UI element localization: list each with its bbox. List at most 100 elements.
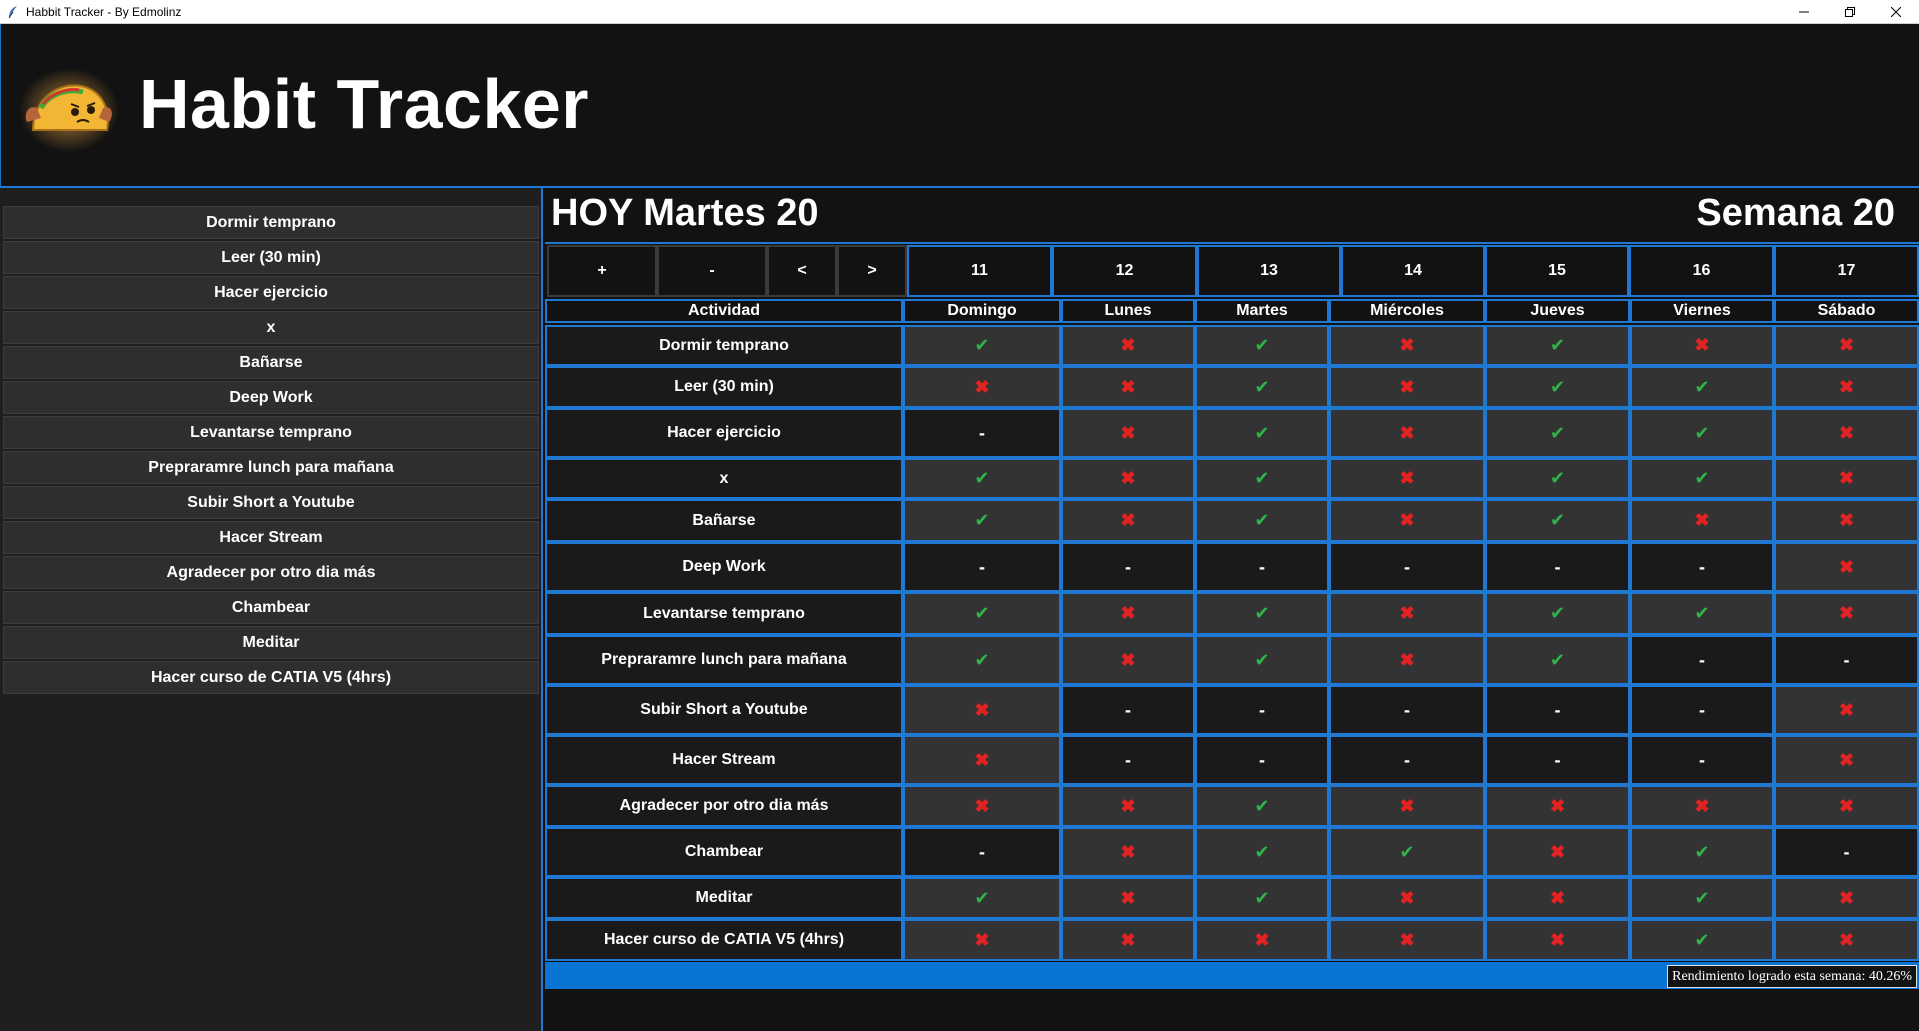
cross-icon[interactable]: ✖ bbox=[903, 366, 1061, 408]
check-icon[interactable]: ✔ bbox=[1485, 458, 1630, 499]
cross-icon[interactable]: ✖ bbox=[1329, 408, 1485, 458]
check-icon[interactable]: ✔ bbox=[1195, 458, 1329, 499]
cross-icon[interactable]: ✖ bbox=[1061, 592, 1195, 635]
no-data-dash[interactable]: - bbox=[1485, 735, 1630, 785]
check-icon[interactable]: ✔ bbox=[1485, 408, 1630, 458]
cross-icon[interactable]: ✖ bbox=[1061, 919, 1195, 961]
cross-icon[interactable]: ✖ bbox=[1061, 635, 1195, 685]
check-icon[interactable]: ✔ bbox=[1630, 592, 1774, 635]
add-habit-button[interactable]: + bbox=[547, 245, 657, 297]
previous-week-button[interactable]: < bbox=[767, 245, 837, 297]
no-data-dash[interactable]: - bbox=[1329, 542, 1485, 592]
check-icon[interactable]: ✔ bbox=[1195, 785, 1329, 827]
cross-icon[interactable]: ✖ bbox=[1630, 499, 1774, 542]
no-data-dash[interactable]: - bbox=[1774, 635, 1919, 685]
no-data-dash[interactable]: - bbox=[1630, 542, 1774, 592]
no-data-dash[interactable]: - bbox=[1630, 685, 1774, 735]
no-data-dash[interactable]: - bbox=[903, 827, 1061, 877]
cross-icon[interactable]: ✖ bbox=[1061, 325, 1195, 366]
cross-icon[interactable]: ✖ bbox=[1329, 785, 1485, 827]
cross-icon[interactable]: ✖ bbox=[1061, 366, 1195, 408]
no-data-dash[interactable]: - bbox=[1774, 827, 1919, 877]
cross-icon[interactable]: ✖ bbox=[1774, 499, 1919, 542]
cross-icon[interactable]: ✖ bbox=[1774, 785, 1919, 827]
check-icon[interactable]: ✔ bbox=[903, 458, 1061, 499]
no-data-dash[interactable]: - bbox=[1195, 735, 1329, 785]
sidebar-item[interactable]: Deep Work bbox=[3, 381, 539, 414]
cross-icon[interactable]: ✖ bbox=[1061, 499, 1195, 542]
check-icon[interactable]: ✔ bbox=[1329, 827, 1485, 877]
sidebar-item[interactable]: Meditar bbox=[3, 626, 539, 659]
cross-icon[interactable]: ✖ bbox=[1061, 877, 1195, 919]
check-icon[interactable]: ✔ bbox=[1485, 635, 1630, 685]
cross-icon[interactable]: ✖ bbox=[1485, 877, 1630, 919]
cross-icon[interactable]: ✖ bbox=[1329, 325, 1485, 366]
sidebar-item[interactable]: Prepraramre lunch para mañana bbox=[3, 451, 539, 484]
check-icon[interactable]: ✔ bbox=[1485, 592, 1630, 635]
check-icon[interactable]: ✔ bbox=[1195, 366, 1329, 408]
cross-icon[interactable]: ✖ bbox=[1061, 827, 1195, 877]
cross-icon[interactable]: ✖ bbox=[903, 685, 1061, 735]
sidebar-item[interactable]: Dormir temprano bbox=[3, 206, 539, 239]
check-icon[interactable]: ✔ bbox=[1195, 408, 1329, 458]
no-data-dash[interactable]: - bbox=[903, 408, 1061, 458]
no-data-dash[interactable]: - bbox=[1061, 542, 1195, 592]
check-icon[interactable]: ✔ bbox=[1195, 635, 1329, 685]
cross-icon[interactable]: ✖ bbox=[1774, 325, 1919, 366]
cross-icon[interactable]: ✖ bbox=[1329, 366, 1485, 408]
no-data-dash[interactable]: - bbox=[1329, 735, 1485, 785]
no-data-dash[interactable]: - bbox=[1061, 685, 1195, 735]
check-icon[interactable]: ✔ bbox=[903, 635, 1061, 685]
cross-icon[interactable]: ✖ bbox=[1630, 325, 1774, 366]
cross-icon[interactable]: ✖ bbox=[1774, 458, 1919, 499]
sidebar-item[interactable]: Subir Short a Youtube bbox=[3, 486, 539, 519]
cross-icon[interactable]: ✖ bbox=[1774, 735, 1919, 785]
check-icon[interactable]: ✔ bbox=[1485, 366, 1630, 408]
cross-icon[interactable]: ✖ bbox=[903, 735, 1061, 785]
sidebar-item[interactable]: Bañarse bbox=[3, 346, 539, 379]
cross-icon[interactable]: ✖ bbox=[1485, 785, 1630, 827]
check-icon[interactable]: ✔ bbox=[1195, 325, 1329, 366]
check-icon[interactable]: ✔ bbox=[903, 325, 1061, 366]
no-data-dash[interactable]: - bbox=[1329, 685, 1485, 735]
check-icon[interactable]: ✔ bbox=[1630, 919, 1774, 961]
sidebar-item[interactable]: Agradecer por otro dia más bbox=[3, 556, 539, 589]
no-data-dash[interactable]: - bbox=[1485, 685, 1630, 735]
cross-icon[interactable]: ✖ bbox=[1774, 366, 1919, 408]
restore-button[interactable] bbox=[1827, 0, 1873, 23]
cross-icon[interactable]: ✖ bbox=[1329, 919, 1485, 961]
sidebar-item[interactable]: Levantarse temprano bbox=[3, 416, 539, 449]
cross-icon[interactable]: ✖ bbox=[1329, 635, 1485, 685]
cross-icon[interactable]: ✖ bbox=[1774, 408, 1919, 458]
cross-icon[interactable]: ✖ bbox=[1329, 877, 1485, 919]
cross-icon[interactable]: ✖ bbox=[903, 919, 1061, 961]
sidebar-item[interactable]: Hacer ejercicio bbox=[3, 276, 539, 309]
next-week-button[interactable]: > bbox=[837, 245, 907, 297]
check-icon[interactable]: ✔ bbox=[1630, 458, 1774, 499]
minimize-button[interactable] bbox=[1781, 0, 1827, 23]
no-data-dash[interactable]: - bbox=[1061, 735, 1195, 785]
sidebar-item[interactable]: Hacer curso de CATIA V5 (4hrs) bbox=[3, 661, 539, 694]
close-button[interactable] bbox=[1873, 0, 1919, 23]
check-icon[interactable]: ✔ bbox=[1630, 408, 1774, 458]
cross-icon[interactable]: ✖ bbox=[1774, 685, 1919, 735]
cross-icon[interactable]: ✖ bbox=[1774, 592, 1919, 635]
cross-icon[interactable]: ✖ bbox=[1195, 919, 1329, 961]
cross-icon[interactable]: ✖ bbox=[1630, 785, 1774, 827]
sidebar-item[interactable]: Leer (30 min) bbox=[3, 241, 539, 274]
cross-icon[interactable]: ✖ bbox=[1329, 499, 1485, 542]
check-icon[interactable]: ✔ bbox=[903, 877, 1061, 919]
check-icon[interactable]: ✔ bbox=[1630, 366, 1774, 408]
check-icon[interactable]: ✔ bbox=[1630, 877, 1774, 919]
no-data-dash[interactable]: - bbox=[1630, 635, 1774, 685]
cross-icon[interactable]: ✖ bbox=[1061, 408, 1195, 458]
check-icon[interactable]: ✔ bbox=[1195, 827, 1329, 877]
check-icon[interactable]: ✔ bbox=[1195, 592, 1329, 635]
cross-icon[interactable]: ✖ bbox=[1061, 458, 1195, 499]
cross-icon[interactable]: ✖ bbox=[1329, 458, 1485, 499]
no-data-dash[interactable]: - bbox=[903, 542, 1061, 592]
check-icon[interactable]: ✔ bbox=[903, 592, 1061, 635]
no-data-dash[interactable]: - bbox=[1485, 542, 1630, 592]
sidebar-item[interactable]: x bbox=[3, 311, 539, 344]
cross-icon[interactable]: ✖ bbox=[903, 785, 1061, 827]
